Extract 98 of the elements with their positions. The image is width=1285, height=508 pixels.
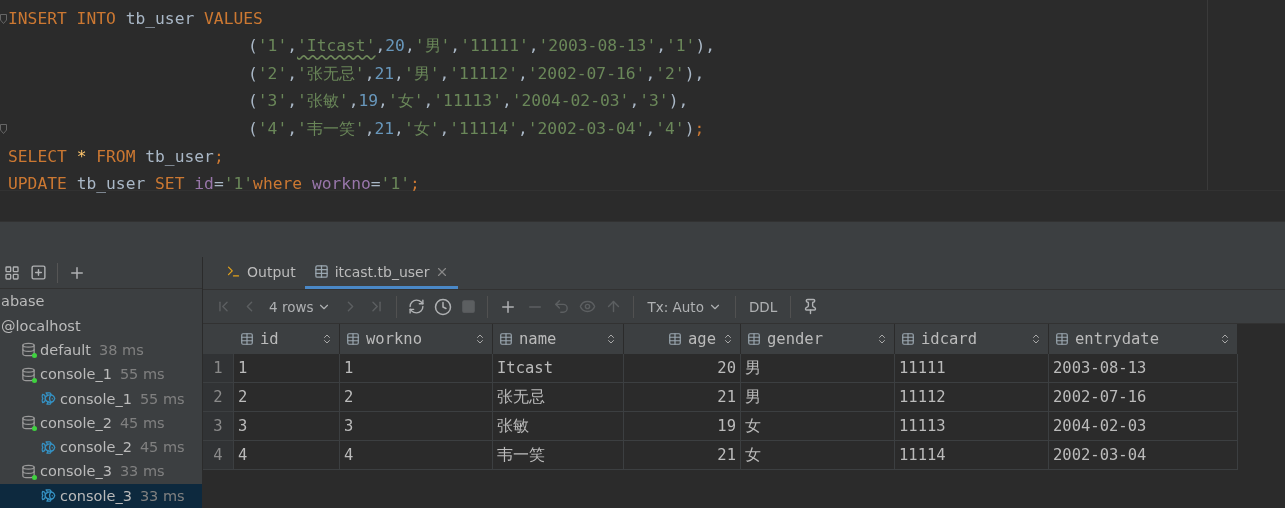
table-icon (1055, 332, 1069, 346)
grid-icon[interactable] (4, 264, 20, 281)
row-number: 2 (203, 383, 234, 412)
table-cell: 男 (741, 354, 895, 383)
table-cell: 21 (624, 383, 741, 412)
sort-icon[interactable] (605, 333, 617, 345)
table-cell: 1 (234, 354, 340, 383)
column-header[interactable]: id (234, 324, 340, 354)
session-icon (21, 366, 36, 382)
tree-item[interactable]: abase (0, 289, 202, 314)
add-console-icon[interactable] (30, 264, 47, 282)
tree-item[interactable]: default 38 ms (0, 337, 202, 363)
row-number: 1 (203, 354, 234, 383)
column-label[interactable]: gender (767, 330, 870, 348)
history-icon[interactable] (434, 297, 453, 316)
console-icon (41, 391, 56, 407)
table-cell: 女 (741, 412, 895, 441)
code-line: UPDATE tb_user SET id='1'where workno='1'; (8, 174, 420, 194)
refresh-icon[interactable] (408, 298, 426, 315)
console-icon (41, 439, 56, 455)
result-tab[interactable]: Output (217, 257, 305, 289)
table-cell: 2 (340, 383, 493, 412)
column-label[interactable]: idcard (921, 330, 1024, 348)
tree-item[interactable]: console_2 45 ms (0, 435, 202, 460)
table-cell: 女 (741, 441, 895, 470)
table-cell: 2003-08-13 (1049, 354, 1238, 383)
column-header[interactable]: workno (340, 324, 493, 354)
table-icon (747, 332, 761, 346)
ddl-button[interactable]: DDL (746, 296, 780, 317)
table-cell: 男 (741, 383, 895, 412)
column-header[interactable]: entrydate (1049, 324, 1238, 354)
column-label[interactable]: name (519, 330, 599, 348)
terminal-icon (226, 264, 241, 279)
code-line: SELECT * FROM tb_user; (8, 146, 224, 166)
table-cell: Itcast (493, 354, 624, 383)
table-icon (901, 332, 915, 346)
table-cell: 张无忌 (493, 383, 624, 412)
tree-item[interactable]: console_1 55 ms (0, 386, 202, 411)
row-number: 4 (203, 441, 234, 470)
table-cell: 11111 (895, 354, 1049, 383)
table-icon (499, 332, 513, 346)
table-icon (313, 264, 329, 279)
table-cell: 11113 (895, 412, 1049, 441)
tree-item[interactable]: console_1 55 ms (0, 362, 202, 387)
sort-icon[interactable] (722, 333, 734, 345)
tab-label[interactable]: Output (247, 263, 296, 280)
tree-item[interactable]: console_3 33 ms (0, 483, 202, 508)
tree-item[interactable]: console_3 33 ms (0, 459, 202, 484)
row-count-dropdown[interactable]: 4 rows (267, 296, 334, 317)
code-line: ('3','张敏',19,'女','11113','2004-02-03','3'), (248, 90, 689, 113)
tree-item[interactable]: console_2 45 ms (0, 410, 202, 435)
sort-icon[interactable] (474, 333, 486, 345)
table-icon (346, 332, 360, 346)
table-cell: 张敏 (493, 412, 624, 441)
column-header[interactable]: name (493, 324, 624, 354)
code-line: ('2','张无忌',21,'男','11112','2002-07-16','2'), (248, 62, 705, 85)
table-cell: 20 (624, 354, 741, 383)
column-label[interactable]: age (688, 330, 716, 348)
transaction-dropdown[interactable]: Tx: Auto (645, 296, 724, 317)
sort-icon[interactable] (1219, 333, 1231, 345)
console-icon (41, 488, 56, 504)
code-line: ('4','韦一笑',21,'女','11114','2002-03-04','4'); (248, 117, 705, 140)
code-line: ('1','Itcast',20,'男','11111','2003-08-13','1'), (248, 35, 716, 58)
code-line: INSERT INTO tb_user VALUES (8, 9, 263, 29)
row-number: 3 (203, 412, 234, 441)
table-cell: 11112 (895, 383, 1049, 412)
column-label[interactable]: id (260, 330, 315, 348)
column-header[interactable]: gender (741, 324, 895, 354)
fold-icon[interactable] (0, 124, 7, 134)
column-label[interactable]: workno (366, 330, 468, 348)
sort-icon[interactable] (876, 333, 888, 345)
table-cell: 1 (340, 354, 493, 383)
table-cell: 韦一笑 (493, 441, 624, 470)
table-cell: 21 (624, 441, 741, 470)
tab-label[interactable]: itcast.tb_user (334, 263, 430, 280)
table-cell: 2002-03-04 (1049, 441, 1238, 470)
table-cell: 2004-02-03 (1049, 412, 1238, 441)
sort-icon[interactable] (321, 333, 333, 345)
table-cell: 11114 (895, 441, 1049, 470)
table-cell: 19 (624, 412, 741, 441)
table-cell: 2 (234, 383, 340, 412)
table-icon (240, 332, 254, 346)
column-header[interactable]: idcard (895, 324, 1049, 354)
code-editor[interactable] (0, 0, 1285, 191)
sort-icon[interactable] (1030, 333, 1042, 345)
table-cell: 3 (340, 412, 493, 441)
session-icon (21, 415, 36, 431)
session-icon (21, 342, 36, 358)
table-cell: 3 (234, 412, 340, 441)
table-cell: 2002-07-16 (1049, 383, 1238, 412)
table-cell: 4 (234, 441, 340, 470)
table-cell: 4 (340, 441, 493, 470)
fold-icon[interactable] (0, 14, 7, 24)
table-icon (668, 332, 682, 346)
column-label[interactable]: entrydate (1075, 330, 1213, 348)
tree-item[interactable]: @localhost (0, 313, 202, 338)
session-icon (21, 463, 36, 479)
column-header[interactable]: age (624, 324, 741, 354)
